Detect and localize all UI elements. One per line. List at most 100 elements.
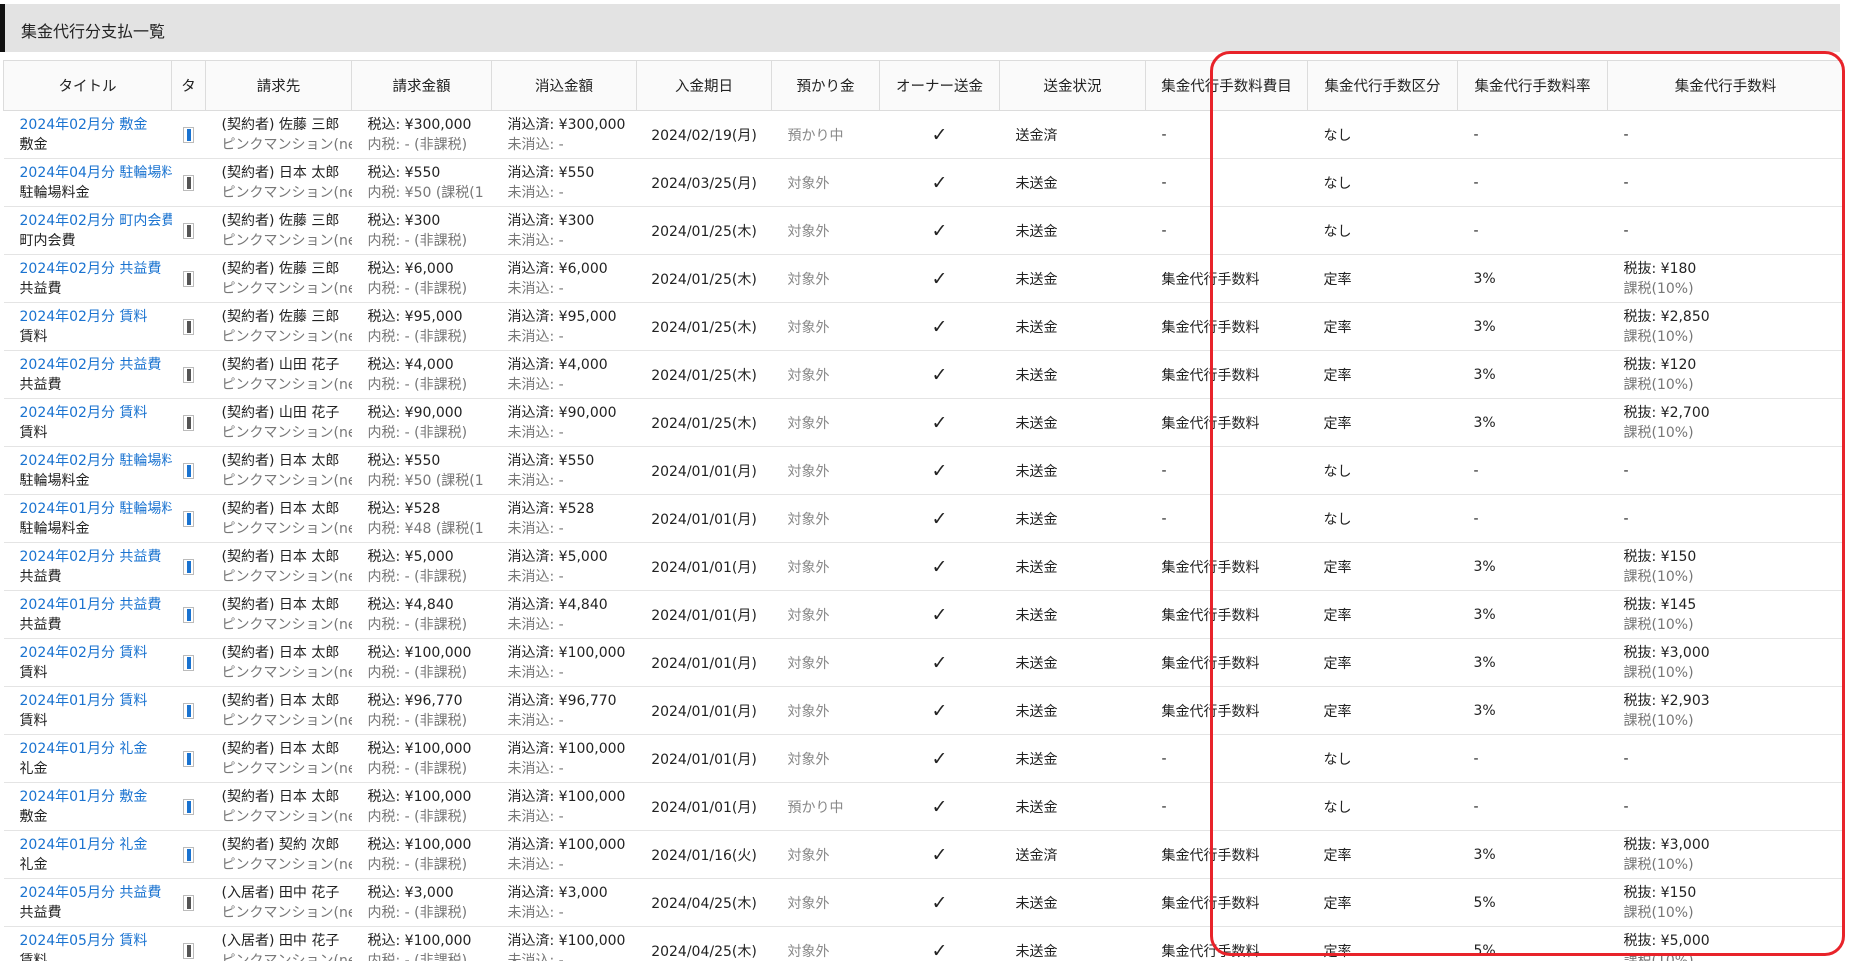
cell-owner-transfer: ✓ — [879, 878, 1000, 927]
amount-tax: 内税: - (非課税) — [367, 280, 468, 297]
title-link[interactable]: 2024年01月分 敷金 — [20, 787, 172, 807]
col-header-owner-transfer[interactable]: オーナー送金 — [879, 60, 1000, 111]
table-row[interactable]: 2024年02月分 敷金 敷金 (契約者) 佐藤 三郎 ピンクマンション(new… — [3, 110, 1843, 159]
table-row[interactable]: 2024年01月分 駐輪場料金 駐輪場料金 (契約者) 日本 太郎 ピンクマンシ… — [3, 494, 1843, 543]
check-icon: ✓ — [931, 651, 948, 674]
deposit-status: 対象外 — [787, 943, 830, 960]
transfer-status: 未送金 — [1015, 175, 1058, 192]
cell-title: 2024年01月分 礼金 礼金 — [3, 830, 172, 879]
cell-title: 2024年02月分 賃料 賃料 — [3, 302, 172, 351]
table-row[interactable]: 2024年02月分 町内会費 町内会費 (契約者) 佐藤 三郎 ピンクマンション… — [3, 206, 1843, 255]
title-link[interactable]: 2024年02月分 町内会費 — [20, 211, 172, 231]
cell-fee-item: - — [1145, 110, 1308, 159]
table-row[interactable]: 2024年05月分 共益費 共益費 (入居者) 田中 花子 ピンクマンション(n… — [3, 878, 1843, 927]
table-row[interactable]: 2024年01月分 礼金 礼金 (契約者) 日本 太郎 ピンクマンション(new… — [3, 734, 1843, 783]
title-link[interactable]: 2024年01月分 礼金 — [20, 835, 172, 855]
cell-client: (契約者) 日本 太郎 ピンクマンション(new — [205, 638, 352, 687]
cell-due: 2024/01/01(月) — [636, 446, 772, 495]
uncleared-amount: 未消込: - — [507, 472, 564, 489]
fee-type: なし — [1323, 127, 1352, 144]
cell-tag — [171, 734, 206, 783]
table-row[interactable]: 2024年01月分 礼金 礼金 (契約者) 契約 次郎 ピンクマンション(new… — [3, 830, 1843, 879]
cell-fee-rate: 3% — [1457, 302, 1608, 351]
title-link[interactable]: 2024年02月分 共益費 — [20, 547, 172, 567]
check-icon: ✓ — [931, 555, 948, 578]
col-header-tag[interactable]: タ — [171, 60, 206, 111]
fee-item: - — [1161, 510, 1167, 527]
table-row[interactable]: 2024年02月分 賃料 賃料 (契約者) 佐藤 三郎 ピンクマンション(new… — [3, 302, 1843, 351]
fee-amount: 税抜: ¥145 — [1623, 596, 1697, 613]
col-header-transfer-status[interactable]: 送金状況 — [999, 60, 1146, 111]
cell-tag — [171, 878, 206, 927]
uncleared-amount: 未消込: - — [507, 664, 564, 681]
cell-title: 2024年01月分 賃料 賃料 — [3, 686, 172, 735]
tag-indicator-icon — [183, 702, 194, 719]
title-link[interactable]: 2024年05月分 共益費 — [20, 883, 172, 903]
fee-rate: 5% — [1473, 942, 1496, 959]
fee-rate: - — [1473, 798, 1479, 815]
title-link[interactable]: 2024年05月分 賃料 — [20, 931, 172, 951]
client-property: ピンクマンション(new — [221, 616, 352, 633]
title-link[interactable]: 2024年02月分 共益費 — [20, 259, 172, 279]
col-header-fee-item[interactable]: 集金代行手数料費目 — [1145, 60, 1308, 111]
title-subtitle: 賃料 — [19, 424, 48, 441]
cell-cleared: 消込済: ¥300 未消込: - — [491, 206, 637, 255]
table-row[interactable]: 2024年01月分 共益費 共益費 (契約者) 日本 太郎 ピンクマンション(n… — [3, 590, 1843, 639]
col-header-fee-type[interactable]: 集金代行手数区分 — [1307, 60, 1458, 111]
title-subtitle: 共益費 — [19, 568, 62, 585]
cell-transfer-status: 未送金 — [999, 926, 1146, 961]
cell-client: (契約者) 日本 太郎 ピンクマンション(new — [205, 782, 352, 831]
cell-fee-type: なし — [1307, 158, 1458, 207]
fee-tax-class: 課税(10%) — [1623, 664, 1694, 681]
fee-amount: - — [1623, 462, 1629, 479]
title-link[interactable]: 2024年02月分 敷金 — [20, 115, 172, 135]
table-row[interactable]: 2024年02月分 賃料 賃料 (契約者) 日本 太郎 ピンクマンション(new… — [3, 638, 1843, 687]
cell-transfer-status: 未送金 — [999, 734, 1146, 783]
cell-title: 2024年04月分 駐輪場料金 駐輪場料金 — [3, 158, 172, 207]
col-header-cleared[interactable]: 消込金額 — [491, 60, 637, 111]
cleared-amount: 消込済: ¥90,000 — [507, 404, 617, 421]
cell-owner-transfer: ✓ — [879, 926, 1000, 961]
deposit-status: 対象外 — [787, 511, 830, 528]
table-row[interactable]: 2024年01月分 敷金 敷金 (契約者) 日本 太郎 ピンクマンション(new… — [3, 782, 1843, 831]
cell-due: 2024/01/25(木) — [636, 350, 772, 399]
title-link[interactable]: 2024年02月分 賃料 — [20, 403, 172, 423]
table-row[interactable]: 2024年02月分 共益費 共益費 (契約者) 山田 花子 ピンクマンション(n… — [3, 350, 1843, 399]
cell-due: 2024/01/01(月) — [636, 590, 772, 639]
title-link[interactable]: 2024年02月分 賃料 — [20, 643, 172, 663]
table-row[interactable]: 2024年01月分 賃料 賃料 (契約者) 日本 太郎 ピンクマンション(new… — [3, 686, 1843, 735]
table-row[interactable]: 2024年02月分 賃料 賃料 (契約者) 山田 花子 ピンクマンション(new… — [3, 398, 1843, 447]
col-header-client[interactable]: 請求先 — [205, 60, 352, 111]
cell-deposit: 対象外 — [771, 398, 880, 447]
fee-type: 定率 — [1323, 943, 1352, 960]
col-header-title[interactable]: タイトル — [3, 60, 172, 111]
table-row[interactable]: 2024年04月分 駐輪場料金 駐輪場料金 (契約者) 日本 太郎 ピンクマンシ… — [3, 158, 1843, 207]
table-row[interactable]: 2024年02月分 共益費 共益費 (契約者) 日本 太郎 ピンクマンション(n… — [3, 542, 1843, 591]
col-header-fee-rate[interactable]: 集金代行手数料率 — [1457, 60, 1608, 111]
cell-cleared: 消込済: ¥5,000 未消込: - — [491, 542, 637, 591]
cell-amount: 税込: ¥100,000 内税: - (非課税) — [351, 734, 492, 783]
fee-tax-class: 課税(10%) — [1623, 328, 1694, 345]
col-header-deposit[interactable]: 預かり金 — [771, 60, 880, 111]
title-link[interactable]: 2024年02月分 賃料 — [20, 307, 172, 327]
cell-client: (入居者) 田中 花子 ピンクマンション(new — [205, 926, 352, 961]
title-link[interactable]: 2024年01月分 礼金 — [20, 739, 172, 759]
payment-table-container[interactable]: タイトル タ 請求先 請求金額 消込金額 入金期日 預かり金 オーナー送金 送金… — [3, 60, 1843, 961]
cleared-amount: 消込済: ¥5,000 — [507, 548, 608, 565]
title-link[interactable]: 2024年01月分 駐輪場料金 — [20, 499, 172, 519]
col-header-amount[interactable]: 請求金額 — [351, 60, 492, 111]
deposit-status: 対象外 — [787, 175, 830, 192]
col-header-fee[interactable]: 集金代行手数料 — [1607, 60, 1843, 111]
cell-amount: 税込: ¥550 内税: ¥50 (課税(1 — [351, 446, 492, 495]
title-link[interactable]: 2024年02月分 共益費 — [20, 355, 172, 375]
title-link[interactable]: 2024年01月分 共益費 — [20, 595, 172, 615]
title-link[interactable]: 2024年04月分 駐輪場料金 — [20, 163, 172, 183]
title-link[interactable]: 2024年02月分 駐輪場料金 — [20, 451, 172, 471]
table-row[interactable]: 2024年05月分 賃料 賃料 (入居者) 田中 花子 ピンクマンション(new… — [3, 926, 1843, 961]
title-link[interactable]: 2024年01月分 賃料 — [20, 691, 172, 711]
cell-amount: 税込: ¥100,000 内税: - (非課税) — [351, 782, 492, 831]
table-row[interactable]: 2024年02月分 駐輪場料金 駐輪場料金 (契約者) 日本 太郎 ピンクマンシ… — [3, 446, 1843, 495]
fee-type: 定率 — [1323, 319, 1352, 336]
col-header-due[interactable]: 入金期日 — [636, 60, 772, 111]
table-row[interactable]: 2024年02月分 共益費 共益費 (契約者) 佐藤 三郎 ピンクマンション(n… — [3, 254, 1843, 303]
